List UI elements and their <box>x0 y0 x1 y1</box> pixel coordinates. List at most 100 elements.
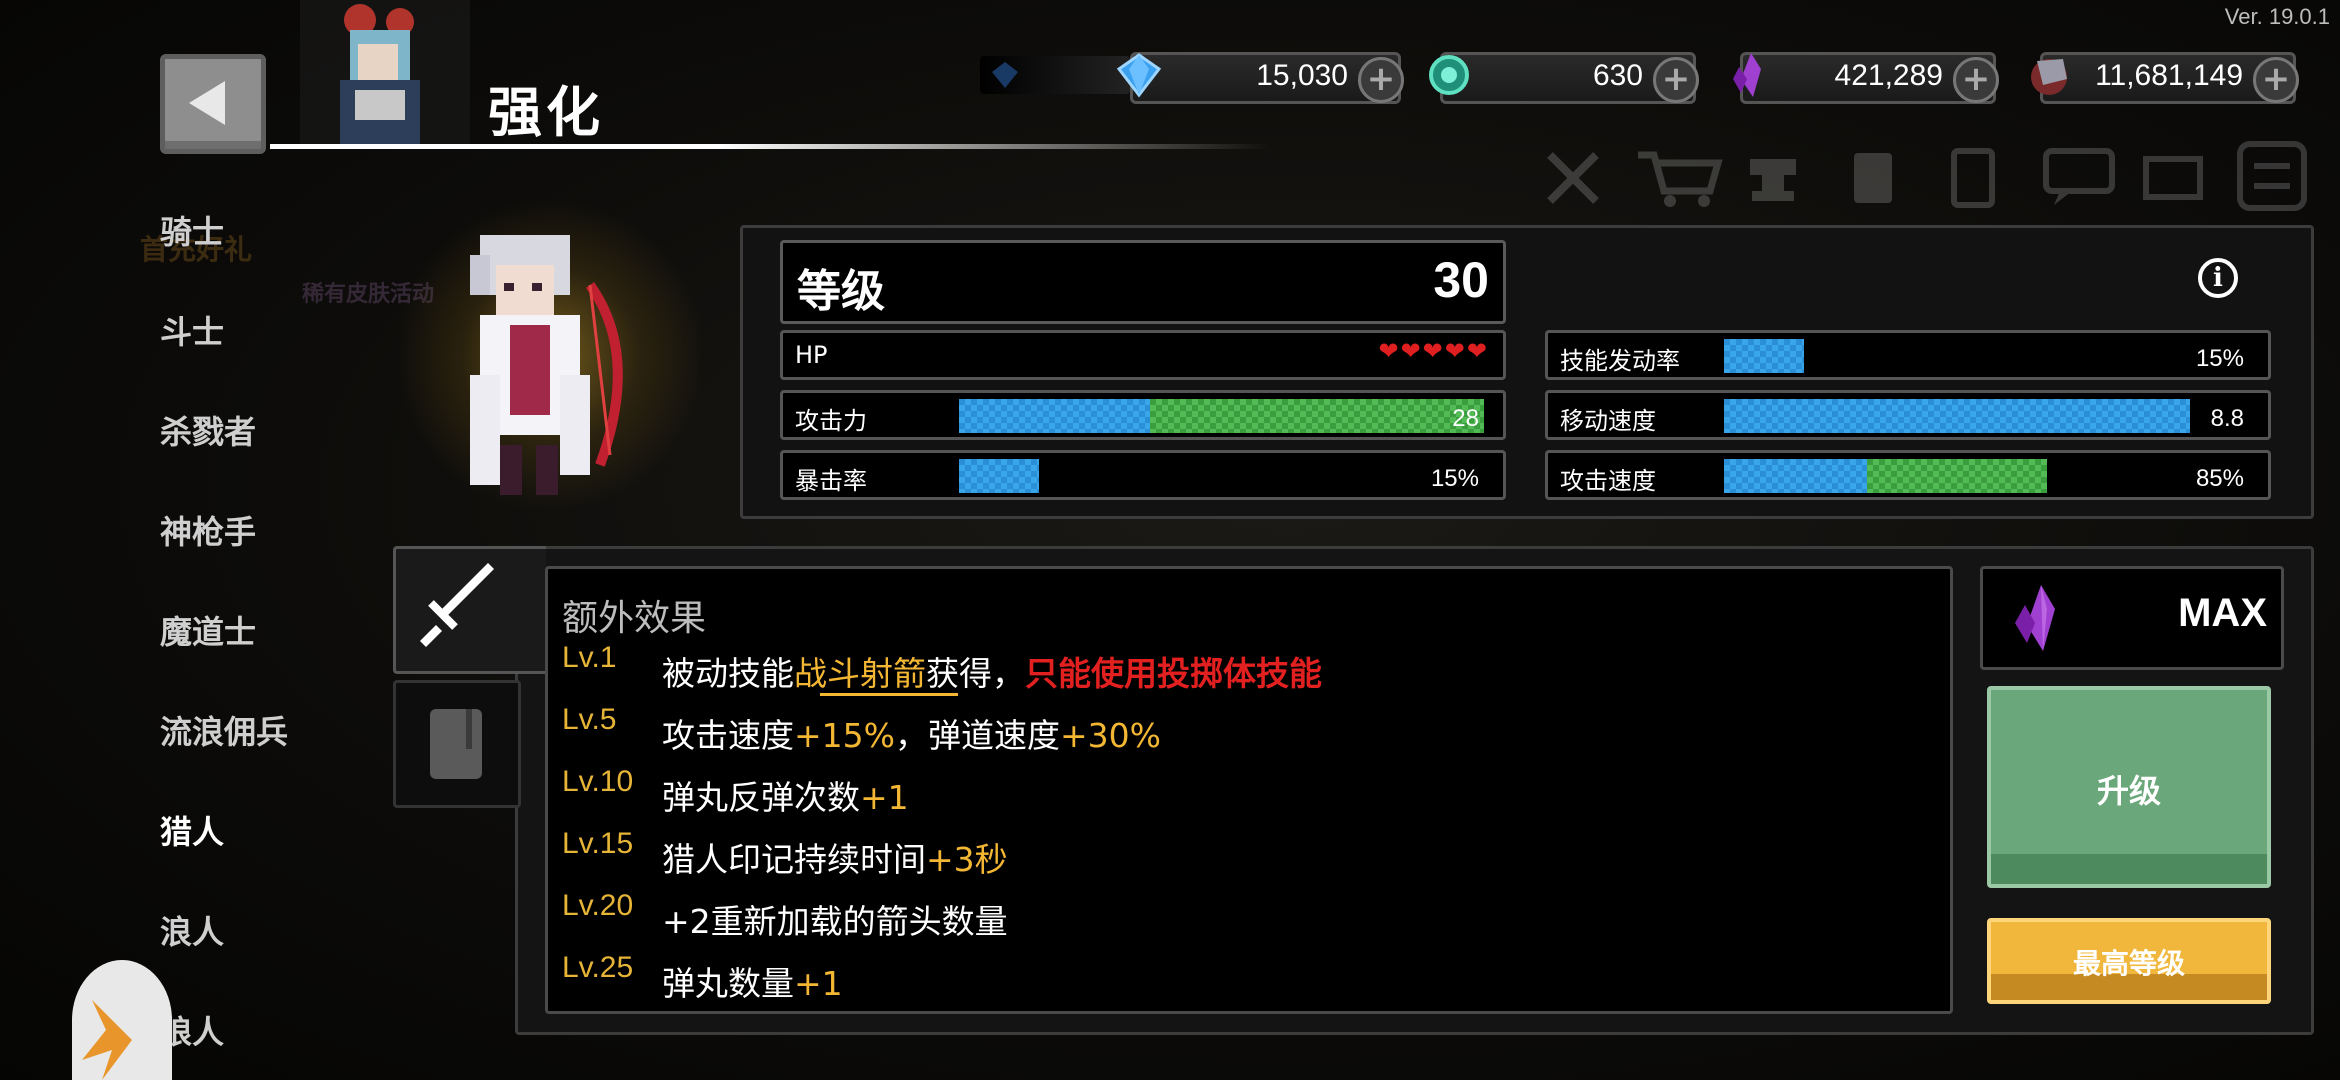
book-icon <box>430 709 482 779</box>
ore-count: 11,681,149 <box>2095 59 2243 92</box>
stat-skill-rate: 技能发动率 15% <box>1545 330 2271 380</box>
shop-cart-icon[interactable] <box>1634 145 1724 211</box>
tab-book[interactable] <box>393 680 521 808</box>
max-label: MAX <box>2178 591 2267 635</box>
effect-plain-text: +2重新加载的箭头数量 <box>662 902 1008 941</box>
battle-icon[interactable] <box>1540 145 1606 211</box>
effect-highlight-text: 战斗射箭 <box>794 654 926 693</box>
tab-weapon[interactable] <box>393 546 546 674</box>
purple-crystal-icon <box>2015 585 2055 651</box>
crit-bar-fill <box>959 459 1039 493</box>
anvil-icon[interactable] <box>1740 145 1806 211</box>
skill-name-underline <box>820 693 958 696</box>
attack-speed-label: 攻击速度 <box>1560 467 1656 495</box>
effect-plain-text: 被动技能 <box>662 654 794 693</box>
mail-icon[interactable] <box>2140 145 2206 211</box>
level-box: 等级 30 <box>780 240 1506 324</box>
gem-count: 15,030 <box>1256 59 1348 92</box>
currency-ore: 11,681,149 + <box>2031 52 2299 104</box>
stat-attack-speed: 攻击速度 85% <box>1545 450 2271 500</box>
class-item-fighter[interactable]: 斗士 <box>160 307 224 353</box>
effect-plain-text: 攻击速度 <box>662 716 794 755</box>
back-button[interactable] <box>160 54 266 154</box>
hp-hearts-icon: ❤❤❤❤❤ <box>1378 337 1489 365</box>
move-speed-bar-fill <box>1724 399 2191 433</box>
class-item-knight[interactable]: 骑士 <box>160 207 224 253</box>
skill-rate-label: 技能发动率 <box>1560 347 1680 375</box>
purple-crystal-count: 421,289 <box>1834 59 1943 92</box>
effect-text: 被动技能战斗射箭获得，只能使用投掷体技能 <box>662 647 1322 695</box>
add-ore-button[interactable]: + <box>2253 57 2299 103</box>
upgrade-button[interactable]: 升级 <box>1987 686 2271 888</box>
attack-speed-bar: 85% <box>1724 459 2254 493</box>
hunter-character-sprite <box>470 235 623 495</box>
stat-attack: 攻击力 28 <box>780 390 1506 440</box>
bonus-effects-box: 额外效果 Lv.1 被动技能战斗射箭获得，只能使用投掷体技能 Lv.5 攻击速度+15… <box>545 566 1953 1014</box>
avatar[interactable] <box>72 960 172 1080</box>
currency-emerald: 630 + <box>1429 52 1699 104</box>
class-item-slayer[interactable]: 杀戮者 <box>160 407 256 453</box>
menu-icon[interactable] <box>2236 140 2308 212</box>
add-emerald-button[interactable]: + <box>1653 57 1699 103</box>
effect-text: +2重新加载的箭头数量 <box>662 895 1008 943</box>
effect-text: 猎人印记持续时间+3秒 <box>662 833 1008 881</box>
move-speed-value: 8.8 <box>2210 405 2244 432</box>
effect-text: 攻击速度+15%，弹道速度+30% <box>662 709 1161 757</box>
effect-plain-text: 获得， <box>926 654 1025 693</box>
hp-label: HP <box>795 341 828 369</box>
currency-empty-slot <box>980 56 1130 94</box>
max-box: MAX <box>1980 566 2284 670</box>
currency-purple-crystal: 421,289 + <box>1733 52 1999 104</box>
sword-icon <box>420 563 494 647</box>
skill-rate-value: 15% <box>2195 345 2244 372</box>
upgrade-button-label: 升级 <box>2096 772 2161 810</box>
book-icon[interactable] <box>1840 145 1906 211</box>
attack-value: 28 <box>1452 405 1479 432</box>
max-level-button[interactable]: 最高等级 <box>1987 918 2271 1004</box>
effect-level: Lv.5 <box>562 703 617 736</box>
effect-highlight-text: +15% <box>794 716 895 755</box>
attack-speed-bar-base <box>1724 459 1868 493</box>
class-item-hunter[interactable]: 猎人 <box>160 807 224 853</box>
move-speed-label: 移动速度 <box>1560 407 1656 435</box>
class-item-mercenary[interactable]: 流浪佣兵 <box>160 707 288 753</box>
stat-move-speed: 移动速度 8.8 <box>1545 390 2271 440</box>
skill-rate-bar: 15% <box>1724 339 2254 373</box>
chat-icon[interactable] <box>2040 145 2120 211</box>
class-item-mage[interactable]: 魔道士 <box>160 607 256 653</box>
attack-speed-value: 85% <box>2195 465 2244 492</box>
crit-bar: 15% <box>959 459 1489 493</box>
effect-level: Lv.10 <box>562 765 634 798</box>
effect-highlight-text: +3秒 <box>926 840 1008 879</box>
title-underline <box>270 144 1270 149</box>
effects-title: 额外效果 <box>562 598 707 639</box>
class-item-ronin[interactable]: 浪人 <box>160 907 224 953</box>
class-item-gunner[interactable]: 神枪手 <box>160 507 256 553</box>
character-portrait <box>300 0 470 145</box>
attack-label: 攻击力 <box>795 407 867 435</box>
page-title: 强化 <box>488 81 604 144</box>
emerald-count: 630 <box>1592 59 1643 92</box>
fox-avatar-icon <box>82 1000 132 1080</box>
ore-icon <box>2031 59 2067 95</box>
effect-plain-text: 猎人印记持续时间 <box>662 840 926 879</box>
gem-icon <box>1116 53 1162 98</box>
effect-plain-text: ，弹道速度 <box>895 716 1060 755</box>
cards-icon[interactable] <box>1940 145 2006 211</box>
effect-level: Lv.25 <box>562 951 634 984</box>
purple-crystal-icon <box>1733 53 1761 97</box>
attack-bar-bonus <box>1149 399 1484 433</box>
effect-level: Lv.1 <box>562 641 617 674</box>
move-speed-bar: 8.8 <box>1724 399 2254 433</box>
add-gem-button[interactable]: + <box>1358 57 1404 103</box>
crit-value: 15% <box>1430 465 1479 492</box>
currency-gem: 15,030 + <box>1116 52 1404 104</box>
emerald-icon <box>1429 55 1469 95</box>
crit-label: 暴击率 <box>795 467 867 495</box>
effect-restriction-text: 只能使用投掷体技能 <box>1025 654 1322 693</box>
effect-text: 弹丸反弹次数+1 <box>662 771 909 819</box>
info-icon[interactable]: i <box>2198 258 2238 298</box>
add-purple-crystal-button[interactable]: + <box>1953 57 1999 103</box>
level-value: 30 <box>1433 252 1489 308</box>
attack-bar-base <box>959 399 1150 433</box>
